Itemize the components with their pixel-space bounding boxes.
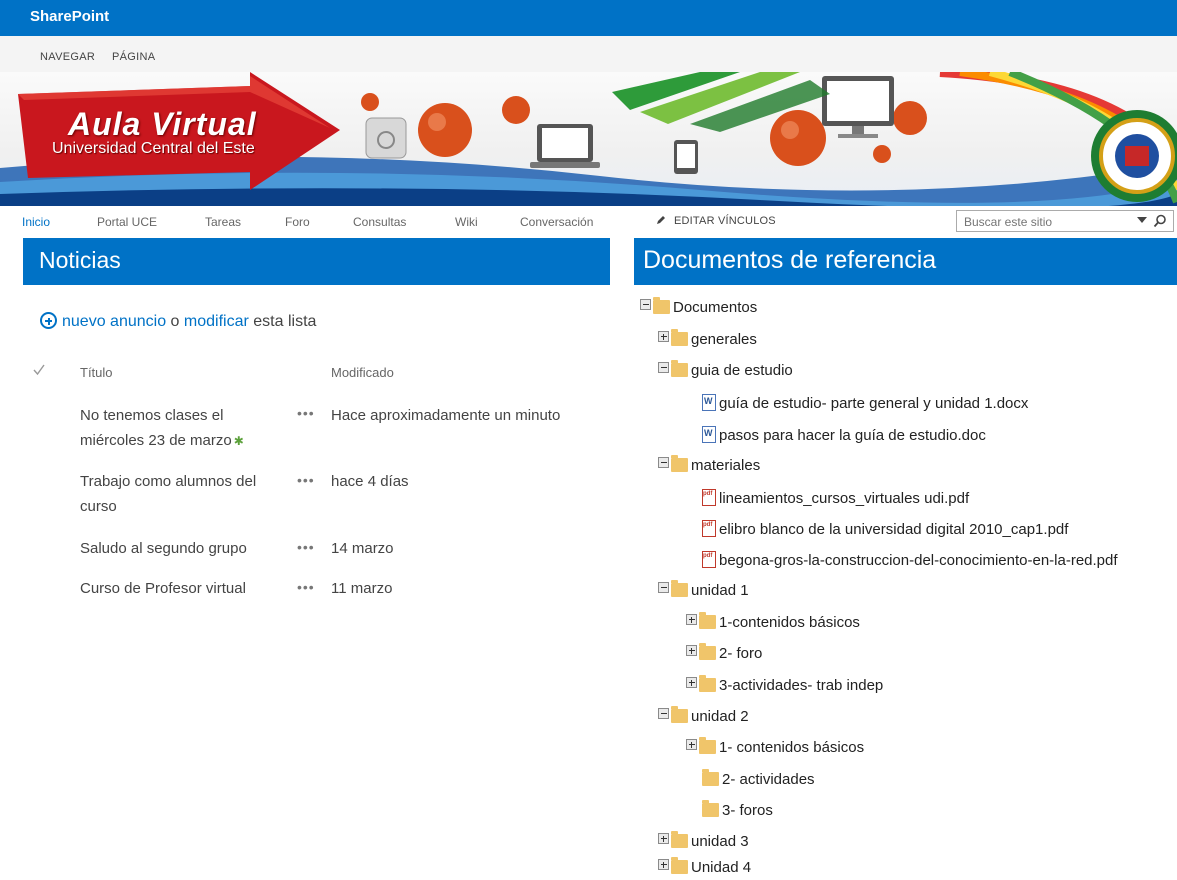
- modify-list-link[interactable]: modificar: [184, 313, 249, 330]
- new-item-icon: ✱: [233, 434, 244, 448]
- expand-toggle-icon[interactable]: [686, 614, 697, 625]
- folder-icon: [702, 800, 719, 817]
- nav-item-conversacion[interactable]: Conversación: [520, 215, 593, 229]
- tree-file[interactable]: begona-gros-la-construccion-del-conocimi…: [702, 551, 1118, 571]
- pdf-icon: [702, 520, 716, 537]
- tree-folder[interactable]: 2- foro: [686, 643, 762, 665]
- expand-toggle-icon[interactable]: [686, 739, 697, 750]
- word-doc-icon: [702, 426, 716, 443]
- news-row-title[interactable]: Trabajo como alumnos del curso: [80, 469, 280, 519]
- row-menu-button[interactable]: •••: [297, 472, 315, 488]
- folder-icon: [671, 455, 688, 472]
- tree-folder[interactable]: unidad 3: [658, 831, 749, 853]
- tree-file[interactable]: guía de estudio- parte general y unidad …: [702, 394, 1028, 414]
- banner-title: Aula Virtual: [68, 106, 257, 142]
- collapse-toggle-icon[interactable]: [658, 582, 669, 593]
- select-all-check-icon[interactable]: [33, 364, 45, 376]
- pencil-icon: [657, 216, 665, 224]
- collapse-toggle-icon[interactable]: [658, 708, 669, 719]
- row-menu-button[interactable]: •••: [297, 579, 315, 595]
- nav-item-consultas[interactable]: Consultas: [353, 215, 406, 229]
- folder-icon: [671, 329, 688, 346]
- ribbon: NAVEGAR PÁGINA: [0, 36, 1177, 72]
- folder-icon: [653, 297, 670, 314]
- folder-icon: [671, 857, 688, 874]
- folder-icon: [671, 706, 688, 723]
- sharepoint-brand[interactable]: SharePoint: [30, 8, 109, 25]
- folder-icon: [699, 643, 716, 660]
- collapse-toggle-icon[interactable]: [658, 362, 669, 373]
- tree-file[interactable]: pasos para hacer la guía de estudio.doc: [702, 426, 986, 446]
- tree-folder[interactable]: 3- foros: [700, 800, 773, 822]
- news-row-modified: Hace aproximadamente un minuto: [331, 407, 561, 424]
- expand-toggle-icon[interactable]: [658, 331, 669, 342]
- pdf-icon: [702, 551, 716, 568]
- folder-icon: [699, 737, 716, 754]
- news-row-title[interactable]: Curso de Profesor virtual: [80, 576, 280, 601]
- documents-section-header: Documentos de referencia: [634, 238, 1177, 285]
- column-header-title[interactable]: Título: [80, 365, 113, 380]
- or-text: o: [170, 313, 180, 330]
- collapse-toggle-icon[interactable]: [640, 299, 651, 310]
- tree-folder[interactable]: guia de estudio: [658, 360, 793, 382]
- tree-folder[interactable]: 3-actividades- trab indep: [686, 675, 883, 697]
- word-doc-icon: [702, 394, 716, 411]
- news-title: Noticias: [39, 247, 121, 273]
- folder-icon: [671, 360, 688, 377]
- tree-folder[interactable]: 1-contenidos básicos: [686, 612, 860, 634]
- tab-navegar[interactable]: NAVEGAR: [40, 51, 95, 63]
- site-search-box: [956, 210, 1174, 232]
- tree-file[interactable]: elibro blanco de la universidad digital …: [702, 520, 1068, 540]
- search-icon[interactable]: [1153, 214, 1167, 228]
- suite-bar: SharePoint: [0, 0, 1177, 36]
- news-row-modified: hace 4 días: [331, 473, 409, 490]
- expand-toggle-icon[interactable]: [686, 645, 697, 656]
- folder-icon: [702, 769, 719, 786]
- nav-item-foro[interactable]: Foro: [285, 215, 310, 229]
- expand-toggle-icon[interactable]: [658, 833, 669, 844]
- tree-folder[interactable]: 1- contenidos básicos: [686, 737, 864, 759]
- news-row-modified: 11 marzo: [331, 580, 393, 597]
- folder-icon: [671, 831, 688, 848]
- news-row-title[interactable]: Saludo al segundo grupo: [80, 536, 280, 561]
- tree-folder[interactable]: generales: [658, 329, 757, 351]
- nav-item-wiki[interactable]: Wiki: [455, 215, 478, 229]
- folder-icon: [699, 612, 716, 629]
- documents-title: Documentos de referencia: [643, 246, 937, 274]
- tree-folder[interactable]: unidad 1: [658, 580, 749, 602]
- site-banner: Aula Virtual Universidad Central del Est…: [0, 72, 1177, 206]
- tree-folder[interactable]: unidad 2: [658, 706, 749, 728]
- news-row-title[interactable]: No tenemos clases el miércoles 23 de mar…: [80, 403, 280, 454]
- tree-folder[interactable]: 2- actividades: [700, 769, 815, 791]
- add-circle-icon[interactable]: [40, 312, 57, 329]
- tree-folder[interactable]: Documentos: [640, 297, 757, 319]
- row-menu-button[interactable]: •••: [297, 405, 315, 421]
- tree-file[interactable]: lineamientos_cursos_virtuales udi.pdf: [702, 489, 969, 509]
- news-row-modified: 14 marzo: [331, 540, 394, 557]
- nav-item-portal-uce[interactable]: Portal UCE: [97, 215, 157, 229]
- new-announcement-row: nuevo anuncio o modificar esta lista: [40, 312, 316, 331]
- tree-folder[interactable]: materiales: [658, 455, 760, 477]
- search-scope-dropdown-icon[interactable]: [1137, 217, 1147, 223]
- expand-toggle-icon[interactable]: [658, 859, 669, 870]
- news-section-header: Noticias: [23, 238, 610, 285]
- edit-links-label: EDITAR VÍNCULOS: [674, 215, 776, 227]
- column-header-modified[interactable]: Modificado: [331, 365, 394, 380]
- row-menu-button[interactable]: •••: [297, 539, 315, 555]
- edit-links-button[interactable]: EDITAR VÍNCULOS: [656, 215, 776, 227]
- tree-folder[interactable]: Unidad 4: [658, 857, 751, 879]
- nav-item-tareas[interactable]: Tareas: [205, 215, 241, 229]
- tab-pagina[interactable]: PÁGINA: [112, 51, 155, 63]
- banner-subtitle: Universidad Central del Este: [52, 140, 255, 157]
- list-text: esta lista: [253, 313, 317, 330]
- nav-item-inicio[interactable]: Inicio: [22, 215, 50, 229]
- expand-toggle-icon[interactable]: [686, 677, 697, 688]
- search-input[interactable]: [962, 213, 1126, 231]
- folder-icon: [671, 580, 688, 597]
- folder-icon: [699, 675, 716, 692]
- collapse-toggle-icon[interactable]: [658, 457, 669, 468]
- pdf-icon: [702, 489, 716, 506]
- new-announcement-link[interactable]: nuevo anuncio: [62, 313, 166, 330]
